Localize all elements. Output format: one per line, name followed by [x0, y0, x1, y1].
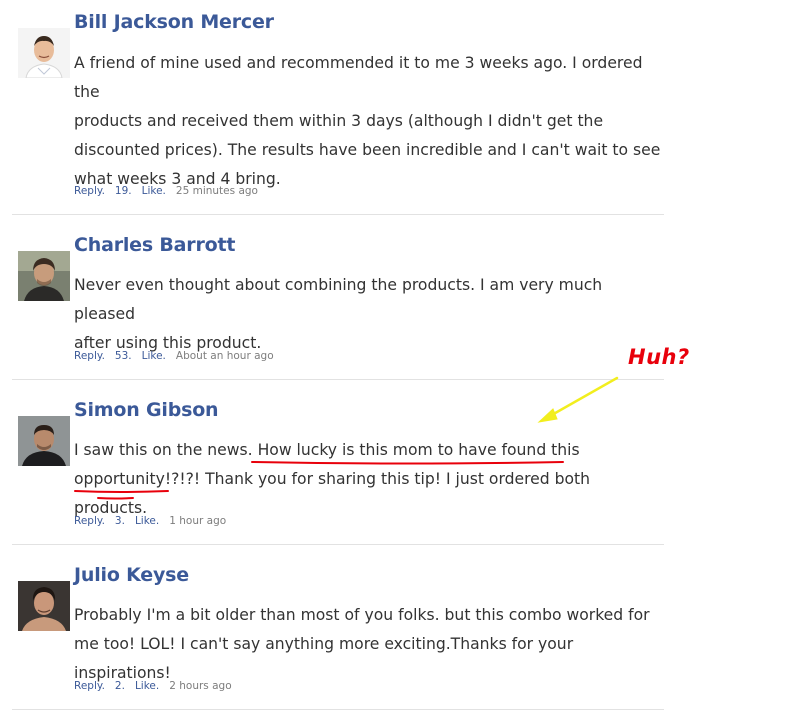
arrow-icon: [537, 376, 619, 423]
annotation-overlay: [74, 376, 619, 500]
underline-mark: [74, 461, 564, 500]
